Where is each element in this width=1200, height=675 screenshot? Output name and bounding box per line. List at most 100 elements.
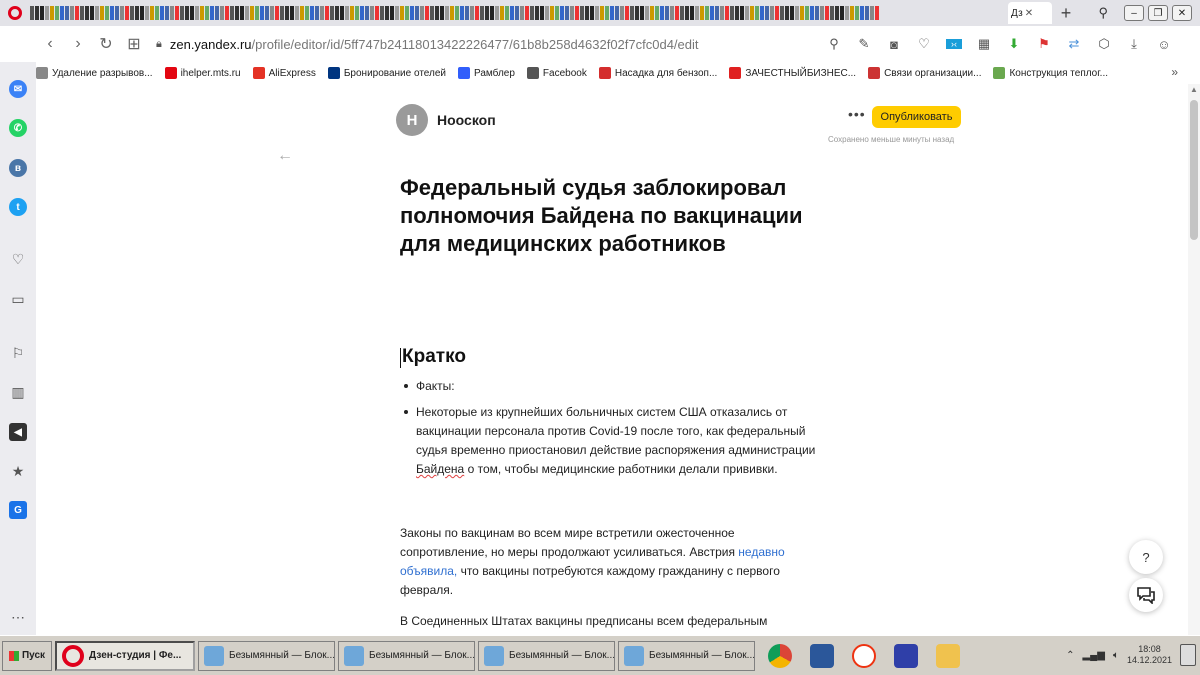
tab-favicon-icon[interactable] <box>835 6 839 20</box>
maximize-button[interactable]: ❐ <box>1148 5 1168 21</box>
tab-favicon-icon[interactable] <box>170 6 174 20</box>
tab-favicon-icon[interactable] <box>285 6 289 20</box>
tab-favicon-icon[interactable] <box>645 6 649 20</box>
tab-favicon-icon[interactable] <box>745 6 749 20</box>
translator-icon[interactable]: G <box>9 501 27 519</box>
paragraph[interactable]: Законы по вакцинам во всем мире встретил… <box>400 524 820 600</box>
tab-favicon-icon[interactable] <box>625 6 629 20</box>
tab-favicon-icon[interactable] <box>525 6 529 20</box>
tab-favicon-icon[interactable] <box>90 6 94 20</box>
apps-icon[interactable]: ▥ <box>9 383 27 401</box>
tab-favicon-icon[interactable] <box>335 6 339 20</box>
forward-icon[interactable]: › <box>64 35 92 53</box>
tab-favicon-icon[interactable] <box>590 6 594 20</box>
tab-favicon-icon[interactable] <box>190 6 194 20</box>
tab-favicon-icon[interactable] <box>680 6 684 20</box>
tab-favicon-icon[interactable] <box>110 6 114 20</box>
tab-favicon-icon[interactable] <box>80 6 84 20</box>
tab-favicon-icon[interactable] <box>305 6 309 20</box>
tab-favicon-icon[interactable] <box>850 6 854 20</box>
tab-favicon-icon[interactable] <box>650 6 654 20</box>
tab-favicon-icon[interactable] <box>710 6 714 20</box>
tab-favicon-icon[interactable] <box>575 6 579 20</box>
tab-favicon-icon[interactable] <box>815 6 819 20</box>
tab-favicon-icon[interactable] <box>240 6 244 20</box>
tab-favicon-icon[interactable] <box>515 6 519 20</box>
tab-favicon-icon[interactable] <box>580 6 584 20</box>
tab-favicon-icon[interactable] <box>380 6 384 20</box>
tab-favicon-icon[interactable] <box>100 6 104 20</box>
tab-favicon-icon[interactable] <box>75 6 79 20</box>
tab-favicon-icon[interactable] <box>715 6 719 20</box>
chrome-launcher[interactable] <box>763 641 797 671</box>
tab-favicon-icon[interactable] <box>120 6 124 20</box>
tab-favicon-icon[interactable] <box>505 6 509 20</box>
tab-favicon-icon[interactable] <box>445 6 449 20</box>
tab-favicon-icon[interactable] <box>330 6 334 20</box>
list-item[interactable]: Некоторые из крупнейших больничных систе… <box>402 403 832 479</box>
tab-favicon-icon[interactable] <box>840 6 844 20</box>
vk-icon[interactable]: в <box>9 159 27 177</box>
tab-favicon-icon[interactable] <box>275 6 279 20</box>
chat-button[interactable] <box>1129 578 1163 612</box>
taskbar-item-notepad[interactable]: Безымянный — Блок... <box>618 640 755 671</box>
taskbar-item-opera[interactable]: Дзен-студия | Фе... <box>55 640 195 671</box>
misspelled-word[interactable]: Байдена <box>416 462 464 476</box>
tab-favicon-icon[interactable] <box>530 6 534 20</box>
save-app-launcher[interactable] <box>889 641 923 671</box>
tab-favicon-icon[interactable] <box>320 6 324 20</box>
profile-icon[interactable]: ☺ <box>1156 37 1172 52</box>
tab-favicon-icon[interactable] <box>165 6 169 20</box>
article-title[interactable]: Федеральный судья заблокировал полномочи… <box>400 174 820 258</box>
avatar[interactable]: Н <box>396 104 428 136</box>
messenger-icon[interactable]: ✉ <box>9 80 27 98</box>
tab-favicon-icon[interactable] <box>145 6 149 20</box>
bookmarks-star-icon[interactable]: ★ <box>9 462 27 480</box>
tab-favicon-icon[interactable] <box>725 6 729 20</box>
tab-favicon-icon[interactable] <box>440 6 444 20</box>
tab-favicon-icon[interactable] <box>395 6 399 20</box>
help-button[interactable]: ? <box>1129 540 1163 574</box>
bookmark-item[interactable]: Рамблер <box>458 67 515 79</box>
tab-favicon-icon[interactable] <box>230 6 234 20</box>
flag-extension-icon[interactable]: ⚑ <box>1036 36 1052 52</box>
tab-favicon-icon[interactable] <box>825 6 829 20</box>
tab-favicon-icon[interactable] <box>70 6 74 20</box>
tab-favicon-icon[interactable] <box>705 6 709 20</box>
player-icon[interactable]: ▭ <box>9 290 27 308</box>
scrollbar-thumb[interactable] <box>1190 100 1198 240</box>
tab-favicon-icon[interactable] <box>390 6 394 20</box>
tab-favicon-icon[interactable] <box>55 6 59 20</box>
favorites-heart-icon[interactable]: ♡ <box>9 250 27 268</box>
bookmark-item[interactable]: Facebook <box>526 67 587 79</box>
tab-favicon-icon[interactable] <box>550 6 554 20</box>
tab-favicon-icon[interactable] <box>350 6 354 20</box>
tab-favicon-icon[interactable] <box>570 6 574 20</box>
page-scrollbar[interactable]: ▲ <box>1188 84 1200 635</box>
bullet-list[interactable]: Факты: Некоторые из крупнейших больничны… <box>402 377 832 486</box>
tab-favicon-icon[interactable] <box>600 6 604 20</box>
tab-favicon-icon[interactable] <box>730 6 734 20</box>
tab-favicon-icon[interactable] <box>265 6 269 20</box>
opera-menu-icon[interactable] <box>0 0 30 26</box>
bookmark-item[interactable]: ЗАЧЕСТНЫЙБИЗНЕС... <box>729 67 856 79</box>
tab-favicon-icon[interactable] <box>455 6 459 20</box>
tab-favicon-icon[interactable] <box>295 6 299 20</box>
tab-favicon-icon[interactable] <box>630 6 634 20</box>
back-arrow-icon[interactable]: ← <box>277 147 293 165</box>
tab-favicon-icon[interactable] <box>810 6 814 20</box>
tab-favicon-icon[interactable] <box>620 6 624 20</box>
tab-favicon-icon[interactable] <box>460 6 464 20</box>
yandex-launcher[interactable] <box>847 641 881 671</box>
tab-favicon-icon[interactable] <box>355 6 359 20</box>
tab-favicon-icon[interactable] <box>540 6 544 20</box>
tab-favicon-icon[interactable] <box>690 6 694 20</box>
tab-favicon-icon[interactable] <box>545 6 549 20</box>
tab-favicon-icon[interactable] <box>45 6 49 20</box>
speed-dial-icon[interactable]: ⊞ <box>120 34 148 54</box>
tips-lightbulb-icon[interactable]: ⚐ <box>9 344 27 362</box>
tab-favicon-icon[interactable] <box>370 6 374 20</box>
crypto-icon[interactable]: ◀ <box>9 423 27 441</box>
tab-favicon-icon[interactable] <box>470 6 474 20</box>
tab-favicon-icon[interactable] <box>205 6 209 20</box>
